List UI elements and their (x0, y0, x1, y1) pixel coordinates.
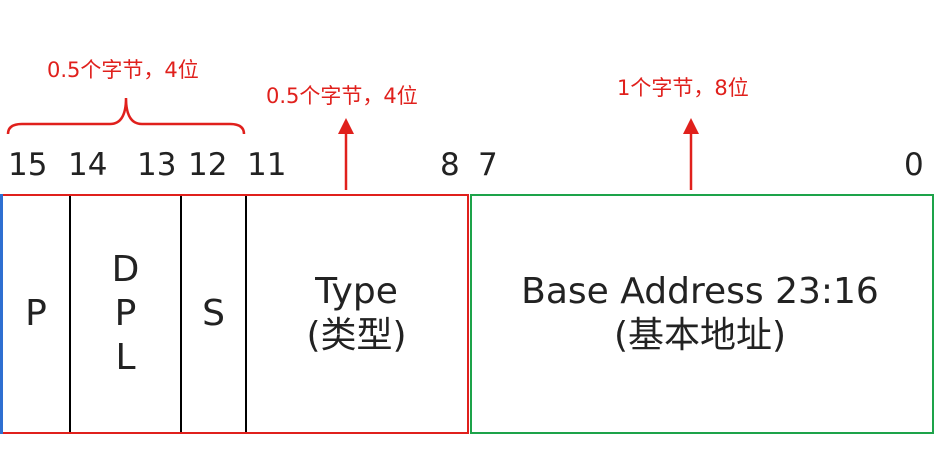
arrow-up-icon (683, 118, 699, 190)
bit-label-8: 8 (440, 147, 460, 183)
field-base-address-chinese: (基本地址) (613, 315, 787, 356)
arrow-up-icon (338, 118, 354, 190)
bit-label-11: 11 (247, 147, 287, 183)
field-dpl-letter-d: D (111, 249, 140, 290)
bit-label-7: 7 (478, 147, 498, 183)
field-p: P (3, 196, 69, 432)
bit-label-13: 13 (137, 147, 177, 183)
field-type-name: Type (315, 271, 398, 312)
field-type: Type (类型) (247, 196, 466, 432)
bit-label-15: 15 (8, 147, 48, 183)
field-base-address: Base Address 23:16 (基本地址) (472, 196, 928, 432)
field-p-label: P (25, 293, 47, 334)
bit-label-0: 0 (904, 147, 924, 183)
field-dpl: D P L (71, 196, 180, 432)
curly-brace-icon (6, 97, 246, 135)
field-s-label: S (202, 293, 225, 334)
field-type-chinese: (类型) (306, 315, 407, 356)
bit-label-14: 14 (68, 147, 108, 183)
field-dpl-letter-p: P (114, 293, 137, 334)
field-base-address-name: Base Address 23:16 (521, 271, 879, 312)
bit-label-12: 12 (188, 147, 228, 183)
field-dpl-letter-l: L (115, 337, 136, 378)
field-s: S (182, 196, 245, 432)
